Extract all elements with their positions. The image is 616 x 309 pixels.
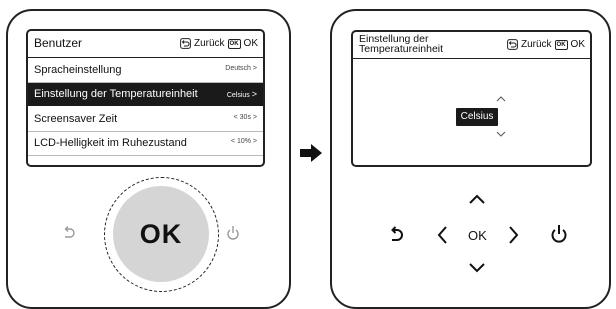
back-icon[interactable] xyxy=(62,225,76,241)
menu-item-value: < 30s > xyxy=(233,114,257,121)
power-icon[interactable] xyxy=(550,223,568,245)
menu-item-value: < 10% > xyxy=(230,138,257,145)
chevron-left-icon: < xyxy=(230,138,235,145)
header-nav-hints: Zurück OK OK xyxy=(507,39,585,50)
chevron-up-icon[interactable] xyxy=(468,193,486,205)
menu-item-label: Einstellung der Temperatureinheit xyxy=(34,88,198,100)
menu-item-label: LCD-Helligkeit im Ruhezustand xyxy=(34,137,187,149)
chevron-left-icon: < xyxy=(233,114,238,121)
chevron-up-icon xyxy=(496,96,506,102)
chevron-down-icon xyxy=(496,131,506,137)
setting-header: Einstellung der Temperatureinheit Zurück … xyxy=(353,32,590,59)
back-icon[interactable] xyxy=(388,225,404,243)
back-icon xyxy=(180,38,191,49)
arrow-right-icon xyxy=(300,144,322,162)
ok-key-icon: OK xyxy=(554,39,568,50)
chevron-down-icon[interactable] xyxy=(468,262,486,274)
ok-label: OK xyxy=(570,39,585,50)
chevron-right-icon: > xyxy=(252,138,257,145)
chevron-left-icon[interactable] xyxy=(436,225,448,245)
power-icon[interactable] xyxy=(226,224,240,242)
right-screen: Einstellung der Temperatureinheit Zurück … xyxy=(351,30,592,167)
menu-item-value: Deutsch > xyxy=(225,65,257,72)
menu-item-partial xyxy=(28,157,263,165)
back-label: Zurück xyxy=(193,38,225,49)
menu-item-value: Celsius > xyxy=(226,89,257,99)
setting-title: Einstellung der Temperatureinheit xyxy=(359,33,444,55)
value-selector[interactable]: Celsius xyxy=(456,108,498,126)
chevron-right-icon[interactable] xyxy=(508,225,520,245)
menu-item-screensaver[interactable]: Screensaver Zeit < 30s > xyxy=(28,108,263,132)
menu-title: Benutzer xyxy=(34,36,83,50)
chevron-right-icon: > xyxy=(252,65,257,72)
chevron-right-icon: > xyxy=(252,114,257,121)
menu-item-spracheinstellung[interactable]: Spracheinstellung Deutsch > xyxy=(28,59,263,83)
back-label: Zurück xyxy=(520,39,552,50)
header-nav-hints: Zurück OK OK xyxy=(180,38,258,49)
left-screen: Benutzer Zurück OK OK Spracheinstellung … xyxy=(26,29,265,167)
ok-button[interactable]: OK xyxy=(113,186,209,282)
menu-header: Benutzer Zurück OK OK xyxy=(28,31,263,58)
chevron-right-icon: > xyxy=(251,89,257,99)
ok-label: OK xyxy=(243,38,258,49)
ok-key-icon: OK xyxy=(227,38,241,49)
ok-button[interactable]: OK xyxy=(468,228,487,243)
menu-item-label: Spracheinstellung xyxy=(34,64,122,76)
menu-item-lcd-helligkeit[interactable]: LCD-Helligkeit im Ruhezustand < 10% > xyxy=(28,132,263,156)
menu-item-temperatureinheit[interactable]: Einstellung der Temperatureinheit Celsiu… xyxy=(28,83,263,106)
menu-item-label: Screensaver Zeit xyxy=(34,113,118,125)
back-icon xyxy=(507,39,518,50)
ok-button-highlight: OK xyxy=(104,177,219,292)
